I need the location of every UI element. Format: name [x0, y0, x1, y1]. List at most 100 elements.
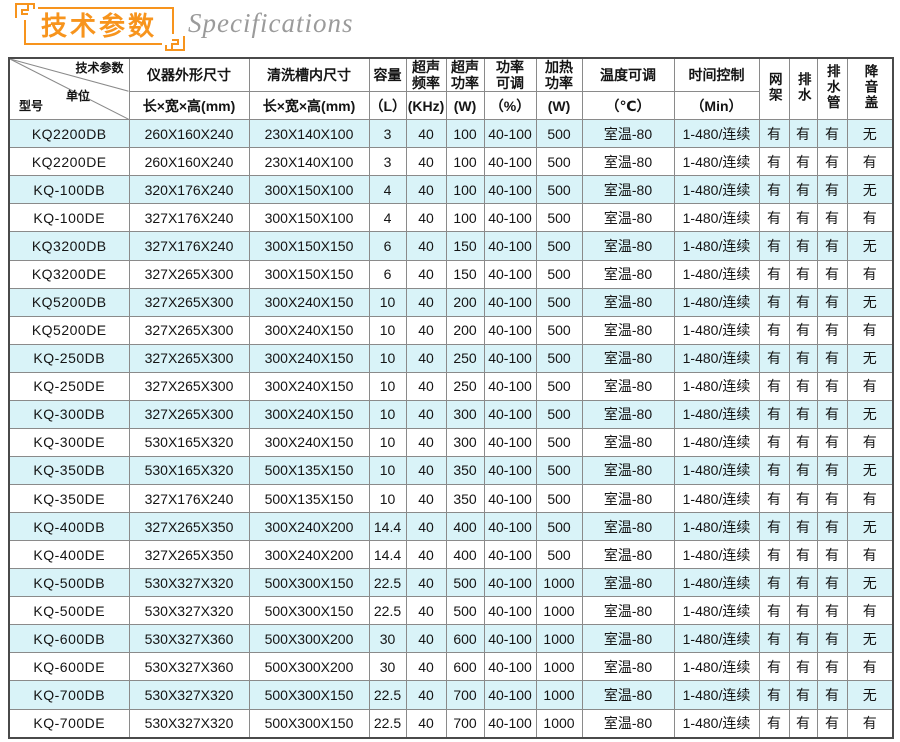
- value-cell: 室温-80: [582, 176, 674, 204]
- value-cell: 室温-80: [582, 625, 674, 653]
- value-cell: 有: [789, 288, 817, 316]
- table-row: KQ-700DB530X327X320500X300X15022.5407004…: [9, 681, 893, 709]
- value-cell: 室温-80: [582, 653, 674, 681]
- value-cell: 有: [847, 316, 893, 344]
- value-cell: 有: [817, 148, 847, 176]
- value-cell: 40: [406, 597, 446, 625]
- value-cell: 室温-80: [582, 400, 674, 428]
- model-cell: KQ-700DE: [9, 709, 129, 738]
- col-header-tank-size: 清洗槽内尺寸: [249, 58, 369, 92]
- value-cell: 有: [789, 541, 817, 569]
- value-cell: 40: [406, 400, 446, 428]
- model-cell: KQ-400DB: [9, 513, 129, 541]
- value-cell: 1-480/连续: [674, 485, 759, 513]
- value-cell: 40-100: [484, 372, 536, 400]
- value-cell: 350: [446, 485, 484, 513]
- value-cell: 500: [536, 316, 582, 344]
- value-cell: 1-480/连续: [674, 400, 759, 428]
- model-cell: KQ-500DE: [9, 597, 129, 625]
- value-cell: 有: [817, 316, 847, 344]
- value-cell: 300X240X200: [249, 541, 369, 569]
- value-cell: 有: [817, 232, 847, 260]
- value-cell: 500X300X150: [249, 709, 369, 738]
- value-cell: 500X300X150: [249, 597, 369, 625]
- specifications-table: 技术参数 单位 型号 仪器外形尺寸 清洗槽内尺寸 容量 超声频率 超声功率 功率…: [8, 57, 894, 739]
- value-cell: 327X265X300: [129, 372, 249, 400]
- col-unit-frequency: (KHz): [406, 92, 446, 120]
- value-cell: 700: [446, 709, 484, 738]
- value-cell: 室温-80: [582, 260, 674, 288]
- table-row: KQ-300DB327X265X300300X240X150104030040-…: [9, 400, 893, 428]
- value-cell: 100: [446, 176, 484, 204]
- value-cell: 有: [817, 653, 847, 681]
- value-cell: 室温-80: [582, 344, 674, 372]
- title-box: 技术参数: [24, 7, 174, 45]
- value-cell: 300X240X150: [249, 288, 369, 316]
- col-header-power-adjust: 功率可调: [484, 58, 536, 92]
- value-cell: 1000: [536, 597, 582, 625]
- value-cell: 500: [536, 176, 582, 204]
- table-row: KQ2200DB260X160X240230X140X10034010040-1…: [9, 120, 893, 148]
- value-cell: 500: [536, 120, 582, 148]
- value-cell: 327X176X240: [129, 204, 249, 232]
- value-cell: 有: [759, 541, 789, 569]
- value-cell: 40: [406, 176, 446, 204]
- col-unit-outer-size: 长×宽×高(mm): [129, 92, 249, 120]
- value-cell: 无: [847, 681, 893, 709]
- table-row: KQ-600DB530X327X360500X300X200304060040-…: [9, 625, 893, 653]
- value-cell: 有: [847, 485, 893, 513]
- table-row: KQ3200DE327X265X300300X150X15064015040-1…: [9, 260, 893, 288]
- value-cell: 有: [759, 597, 789, 625]
- value-cell: 30: [369, 653, 406, 681]
- value-cell: 有: [759, 456, 789, 484]
- col-unit-tank-size: 长×宽×高(mm): [249, 92, 369, 120]
- value-cell: 700: [446, 681, 484, 709]
- value-cell: 40-100: [484, 260, 536, 288]
- value-cell: 500X135X150: [249, 485, 369, 513]
- value-cell: 500X300X200: [249, 625, 369, 653]
- value-cell: 有: [817, 344, 847, 372]
- value-cell: 10: [369, 288, 406, 316]
- value-cell: 无: [847, 176, 893, 204]
- value-cell: 500: [536, 232, 582, 260]
- col-unit-capacity: （L）: [369, 92, 406, 120]
- model-cell: KQ-250DE: [9, 372, 129, 400]
- model-cell: KQ2200DE: [9, 148, 129, 176]
- value-cell: 有: [789, 120, 817, 148]
- value-cell: 500: [536, 344, 582, 372]
- value-cell: 40: [406, 541, 446, 569]
- value-cell: 30: [369, 625, 406, 653]
- value-cell: 有: [759, 653, 789, 681]
- value-cell: 100: [446, 204, 484, 232]
- corner-label-unit: 单位: [66, 90, 90, 104]
- value-cell: 1-480/连续: [674, 148, 759, 176]
- value-cell: 有: [789, 344, 817, 372]
- corner-ornament-icon: [12, 2, 38, 20]
- value-cell: 室温-80: [582, 485, 674, 513]
- value-cell: 40: [406, 344, 446, 372]
- value-cell: 40-100: [484, 176, 536, 204]
- value-cell: 有: [759, 344, 789, 372]
- value-cell: 1-480/连续: [674, 513, 759, 541]
- value-cell: 有: [759, 428, 789, 456]
- spec-table-body: KQ2200DB260X160X240230X140X10034010040-1…: [9, 120, 893, 738]
- value-cell: 350: [446, 456, 484, 484]
- value-cell: 1000: [536, 709, 582, 738]
- page-subtitle: Specifications: [188, 8, 353, 39]
- value-cell: 6: [369, 260, 406, 288]
- col-header-frequency: 超声频率: [406, 58, 446, 92]
- value-cell: 有: [759, 485, 789, 513]
- table-header: 技术参数 单位 型号 仪器外形尺寸 清洗槽内尺寸 容量 超声频率 超声功率 功率…: [9, 58, 893, 120]
- col-unit-power-adjust: （%）: [484, 92, 536, 120]
- value-cell: 600: [446, 625, 484, 653]
- value-cell: 有: [817, 513, 847, 541]
- col-header-basket: 网架: [759, 58, 789, 120]
- value-cell: 无: [847, 288, 893, 316]
- value-cell: 327X265X350: [129, 513, 249, 541]
- value-cell: 500: [536, 513, 582, 541]
- value-cell: 500: [536, 428, 582, 456]
- value-cell: 40-100: [484, 541, 536, 569]
- value-cell: 有: [759, 625, 789, 653]
- model-cell: KQ-600DB: [9, 625, 129, 653]
- value-cell: 260X160X240: [129, 120, 249, 148]
